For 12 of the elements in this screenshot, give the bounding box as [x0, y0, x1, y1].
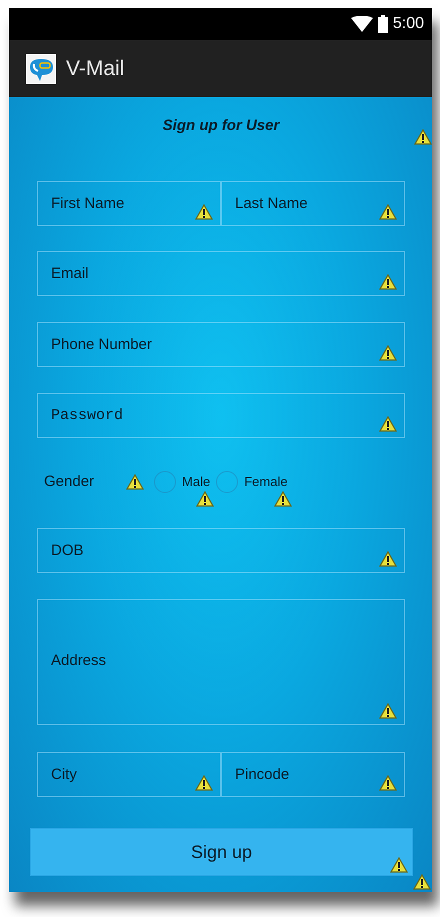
app-logo-icon: [26, 54, 56, 84]
app-title: V-Mail: [66, 56, 124, 82]
clock-time: 5:00: [392, 14, 424, 34]
sign-up-button[interactable]: Sign up: [30, 828, 413, 876]
radio-button[interactable]: [216, 471, 238, 493]
gender-label: Gender: [44, 472, 94, 492]
radio-button[interactable]: [154, 471, 176, 493]
wifi-icon: [350, 16, 373, 32]
form-title: Sign up for User: [162, 116, 280, 136]
radio-label[interactable]: Female: [244, 472, 288, 492]
radio-label[interactable]: Male: [182, 472, 210, 492]
battery-icon: [378, 15, 388, 33]
